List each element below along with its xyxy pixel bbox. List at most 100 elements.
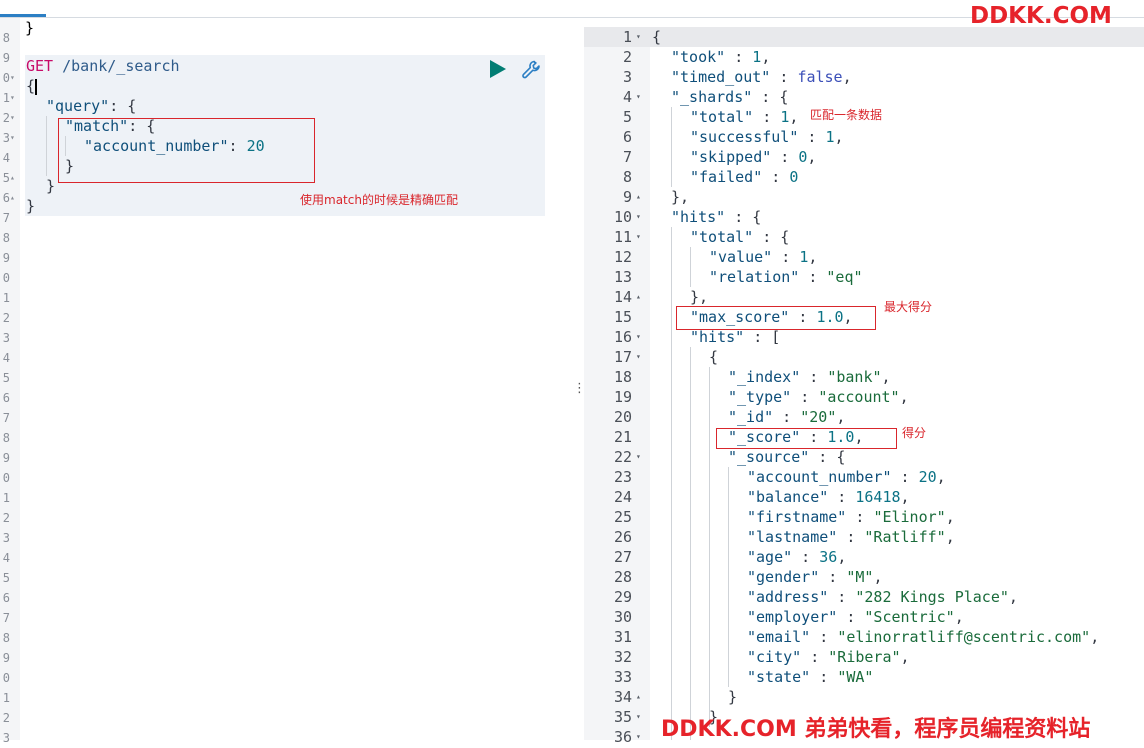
fold-arrow-icon[interactable]: ▾: [10, 68, 15, 88]
gutter-line-number: 3: [2, 731, 10, 745]
json-line: "city" : "Ribera",: [747, 648, 910, 666]
gutter-line-number: 4: [2, 551, 10, 565]
response-line-number: 32: [613, 648, 632, 666]
request-line[interactable]: GET /bank/_search: [26, 56, 180, 76]
indent-guide: [709, 367, 710, 727]
max-score-annotation: 最大得分: [884, 300, 933, 314]
response-line-number: 6: [622, 128, 632, 146]
gutter-line-number: 8: [2, 431, 10, 445]
gutter-line-number: 9: [2, 451, 10, 465]
json-line: "employer" : "Scentric",: [747, 608, 964, 626]
active-tab-indicator[interactable]: [0, 14, 46, 17]
code-line: }: [26, 197, 36, 215]
wrench-icon[interactable]: [520, 58, 544, 82]
response-line-number: 10: [613, 208, 632, 226]
fold-arrow-icon[interactable]: ▴: [10, 168, 15, 188]
json-line: },: [690, 288, 709, 306]
response-line-number: 28: [613, 568, 632, 586]
response-line-number: 36: [613, 728, 632, 746]
gutter-line-number: 1: [2, 491, 10, 505]
fold-arrow-icon[interactable]: ▾: [636, 327, 641, 347]
gutter-line-number: 6: [2, 191, 10, 205]
fold-arrow-icon[interactable]: ▾: [636, 447, 641, 467]
response-line-number: 17: [613, 348, 632, 366]
json-line: }: [728, 688, 738, 706]
code-fragment: }: [25, 19, 35, 37]
json-line: "skipped" : 0,: [690, 148, 817, 166]
json-line: "value" : 1,: [709, 248, 818, 266]
score-annotation: 得分: [902, 426, 927, 440]
fold-arrow-icon[interactable]: ▴: [636, 687, 641, 707]
response-line-number: 13: [613, 268, 632, 286]
response-line-number: 35: [613, 708, 632, 726]
json-line: "balance" : 16418,: [747, 488, 910, 506]
json-line: "email" : "elinorratliff@scentric.com",: [747, 628, 1100, 646]
response-line-number: 23: [613, 468, 632, 486]
json-line: {: [709, 348, 719, 366]
response-line-number: 16: [613, 328, 632, 346]
gutter-line-number: 0: [2, 471, 10, 485]
match-annotation: 使用match的时候是精确匹配: [300, 193, 458, 207]
indent-guide: [690, 247, 691, 287]
fold-arrow-icon[interactable]: ▾: [636, 727, 641, 747]
response-line-number: 5: [622, 108, 632, 126]
fold-arrow-icon[interactable]: ▴: [636, 287, 641, 307]
gutter-line-number: 2: [2, 711, 10, 725]
fold-arrow-icon[interactable]: ▴: [636, 187, 641, 207]
gutter-line-number: 3: [2, 131, 10, 145]
watermark-top: DDKK.COM: [970, 3, 1112, 29]
gutter-line-number: 1: [2, 291, 10, 305]
json-line: "lastname" : "Ratliff",: [747, 528, 955, 546]
json-line: "_id" : "20",: [728, 408, 846, 426]
fold-arrow-icon[interactable]: ▾: [10, 128, 15, 148]
fold-arrow-icon[interactable]: ▴: [10, 188, 15, 208]
fold-arrow-icon[interactable]: ▾: [636, 207, 641, 227]
indent-guide: [46, 116, 47, 176]
response-line-number: 11: [613, 228, 632, 246]
json-line: "_index" : "bank",: [728, 368, 891, 386]
json-line: "_type" : "account",: [728, 388, 909, 406]
gutter-line-number: 3: [2, 331, 10, 345]
text-cursor: [35, 78, 38, 95]
response-line-number: 33: [613, 668, 632, 686]
gutter-line-number: 9: [2, 251, 10, 265]
fold-arrow-icon[interactable]: ▾: [10, 88, 15, 108]
code-line: "query": {: [46, 97, 137, 115]
json-line: "_shards" : {: [671, 88, 789, 106]
response-viewer[interactable]: { "took" : 1, "timed_out" : false, "_sha…: [650, 27, 1144, 740]
gutter-line-number: 2: [2, 511, 10, 525]
response-line-number: 2: [622, 48, 632, 66]
json-line: "account_number" : 20,: [747, 468, 946, 486]
gutter-line-number: 8: [2, 31, 10, 45]
response-line-number: 25: [613, 508, 632, 526]
response-line-number: 27: [613, 548, 632, 566]
json-line: "gender" : "M",: [747, 568, 883, 586]
fold-arrow-icon[interactable]: ▾: [636, 227, 641, 247]
fold-arrow-icon[interactable]: ▾: [10, 108, 15, 128]
json-line: },: [671, 188, 690, 206]
gutter-line-number: 5: [2, 171, 10, 185]
json-line: "hits" : {: [671, 208, 762, 226]
json-line: "successful" : 1,: [690, 128, 844, 146]
response-line-number: 31: [613, 628, 632, 646]
fold-arrow-icon[interactable]: ▾: [636, 347, 641, 367]
gutter-line-number: 6: [2, 391, 10, 405]
response-line-number: 9: [622, 188, 632, 206]
gutter-line-number: 5: [2, 371, 10, 385]
response-line-number: 20: [613, 408, 632, 426]
gutter-line-number: 1: [2, 91, 10, 105]
fold-arrow-icon[interactable]: ▾: [636, 707, 641, 727]
play-icon[interactable]: [490, 60, 506, 78]
response-line-number: 21: [613, 428, 632, 446]
gutter-line-number: 7: [2, 211, 10, 225]
json-line: "firstname" : "Elinor",: [747, 508, 955, 526]
response-line-number: 22: [613, 448, 632, 466]
response-line-number: 1: [622, 28, 632, 46]
gutter-line-number: 0: [2, 71, 10, 85]
fold-arrow-icon[interactable]: ▾: [636, 27, 641, 47]
response-line-number: 19: [613, 388, 632, 406]
fold-arrow-icon[interactable]: ▾: [636, 87, 641, 107]
gutter-line-number: 6: [2, 591, 10, 605]
score-highlight-box: [716, 428, 897, 449]
indent-guide: [728, 467, 729, 687]
